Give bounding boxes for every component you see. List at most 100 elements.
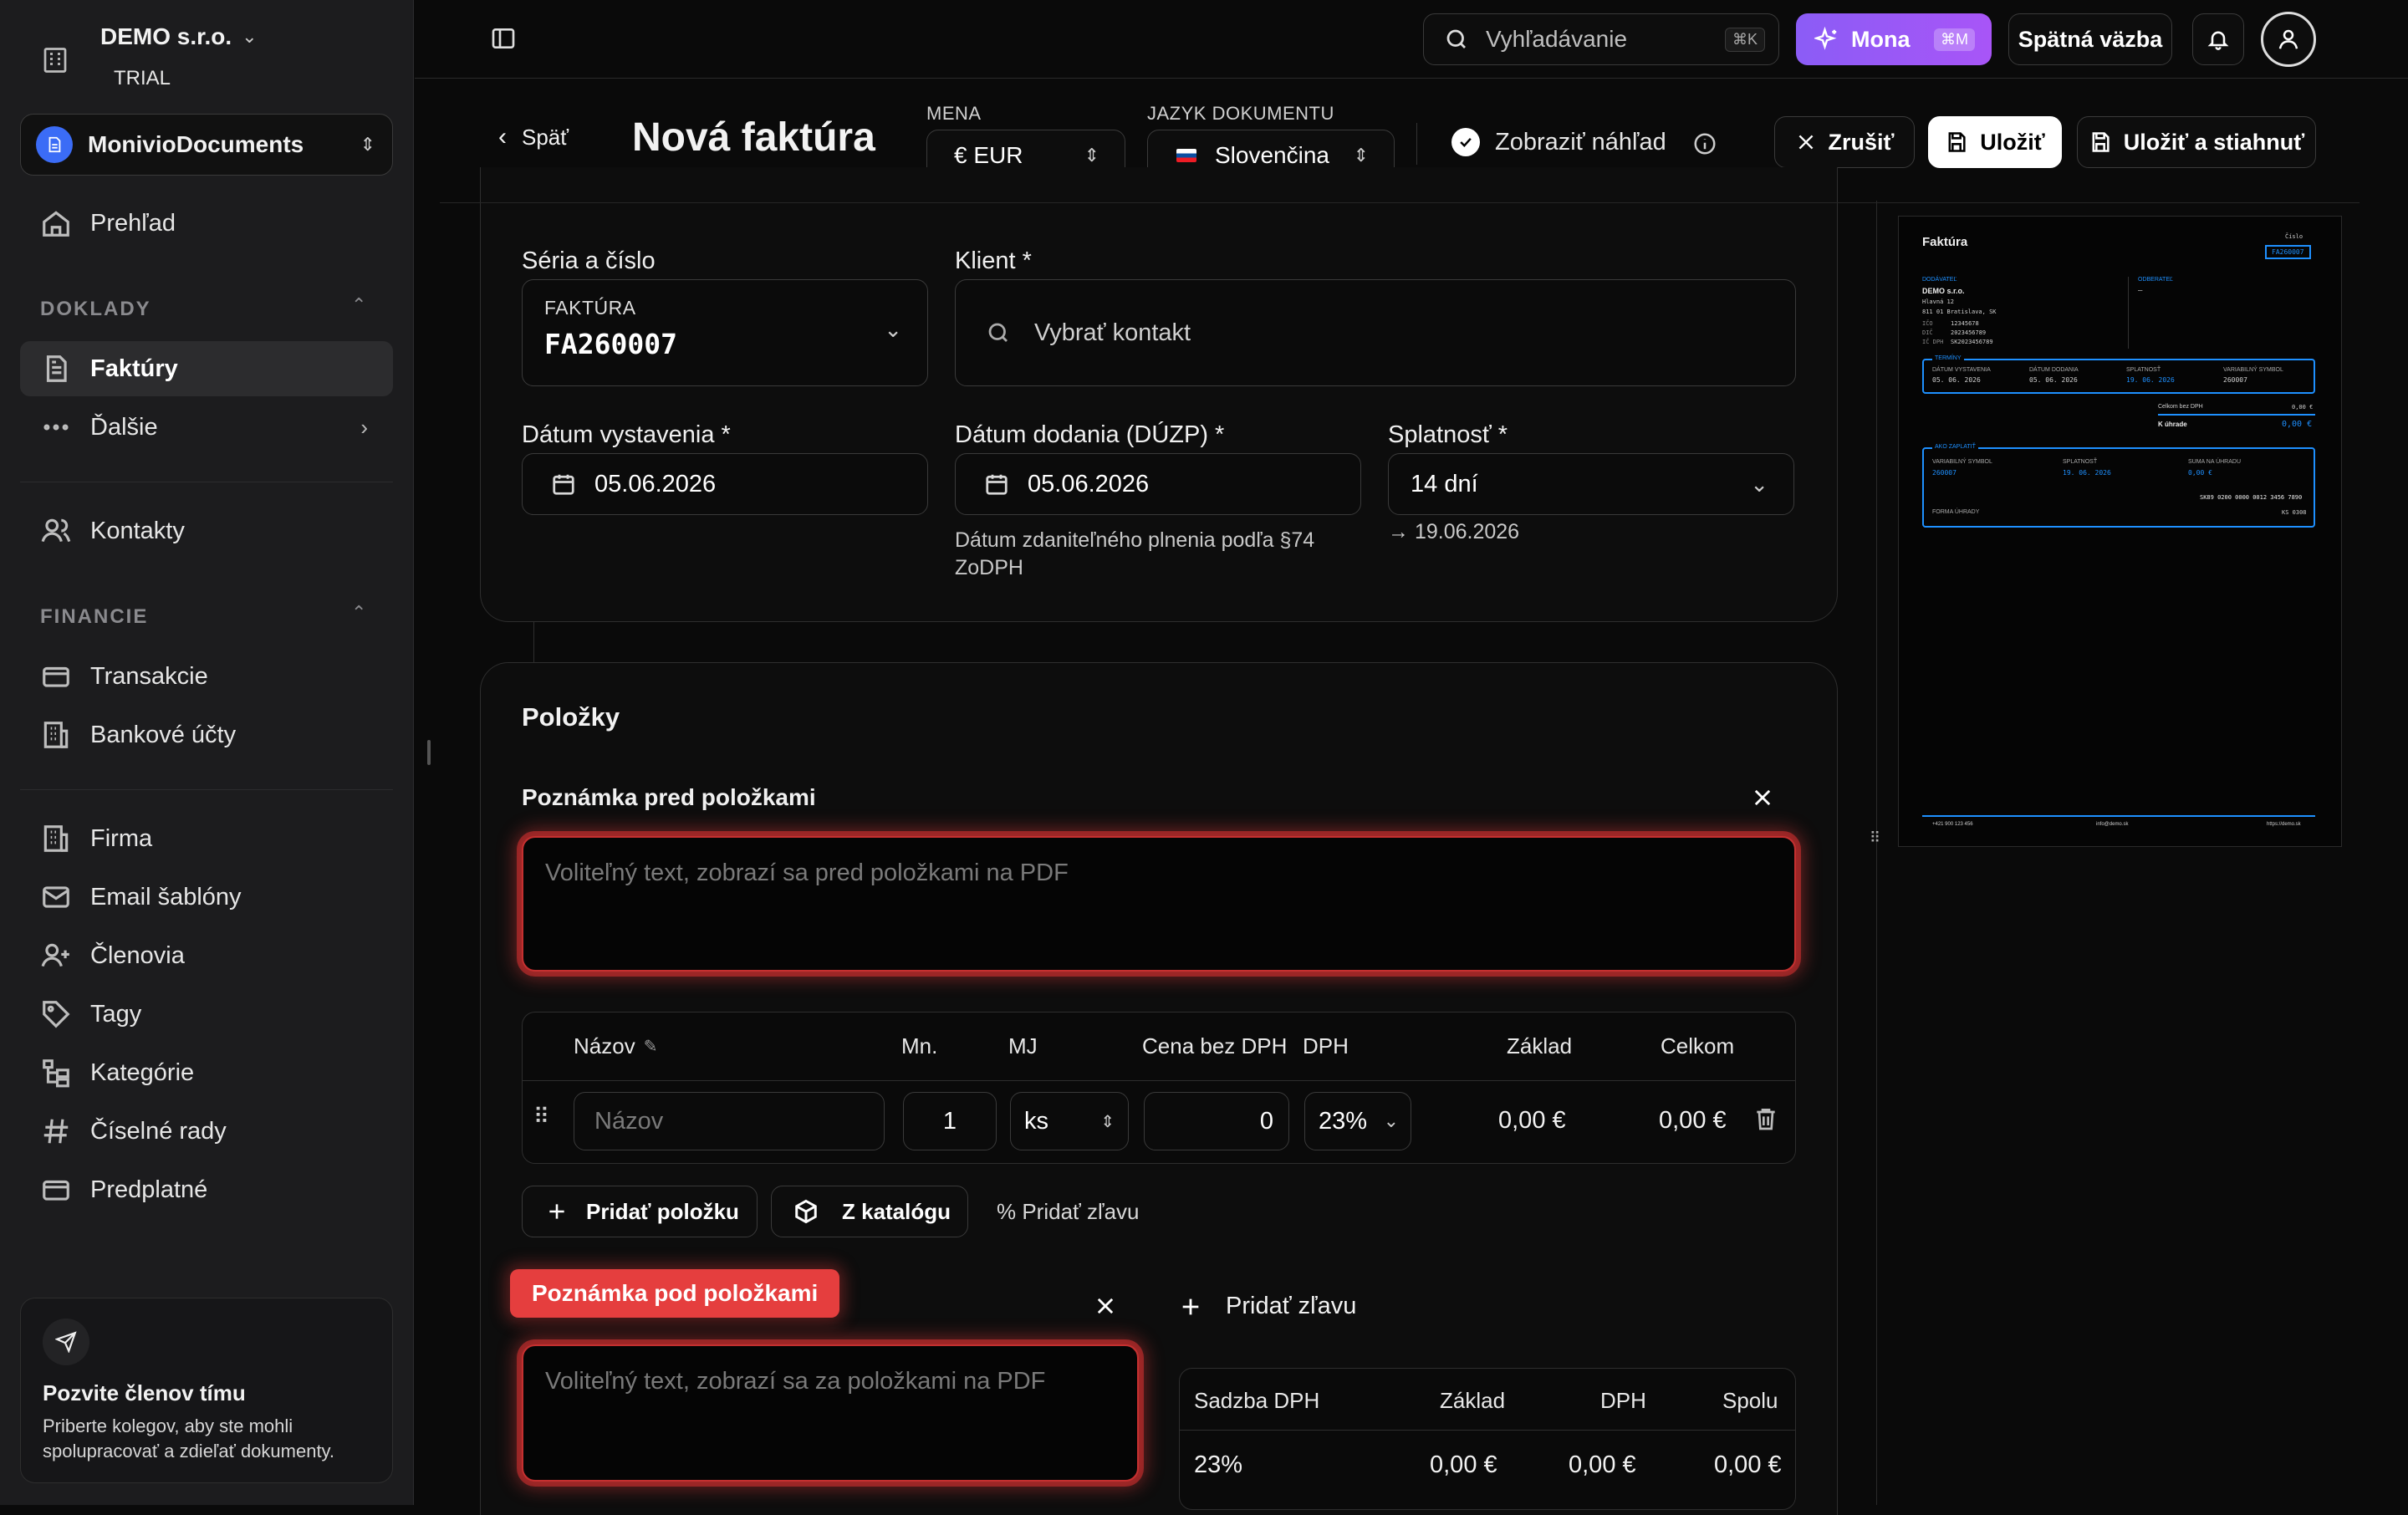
delivery-date-label: Dátum dodania (DÚZP) * (955, 421, 1225, 448)
delivery-help-line: Dátum zdaniteľného plnenia podľa §74 (955, 528, 1315, 552)
note-after-textarea[interactable]: Voliteľný text, zobrazí sa za položkami … (522, 1344, 1139, 1482)
avatar[interactable] (2261, 12, 2316, 67)
item-price-input[interactable]: 0 (1144, 1092, 1289, 1150)
sidebar-item-bank-accounts[interactable]: Bankové účty (20, 707, 393, 763)
search-input[interactable]: Vyhľadávanie ⌘K (1423, 13, 1779, 65)
preview-pay-value: 0,00 € (2188, 469, 2212, 477)
sidebar-item-overview[interactable]: Prehľad (20, 196, 393, 251)
item-total: 0,00 € (1659, 1107, 1727, 1134)
from-catalog-button[interactable]: Z katalógu (771, 1186, 968, 1237)
currency-label: MENA (926, 103, 982, 124)
add-discount-button[interactable]: Pridať zľavu (1179, 1293, 1356, 1320)
item-qty-input[interactable]: 1 (903, 1092, 997, 1150)
panel-resize-handle[interactable]: ⠿ (1870, 829, 1883, 851)
item-vat-select[interactable]: 23% ⌄ (1304, 1092, 1411, 1150)
document-icon (46, 355, 67, 382)
back-button[interactable]: ‹ Späť (498, 123, 569, 151)
note-before-textarea[interactable]: Voliteľný text, zobrazí sa pred položkam… (522, 836, 1796, 972)
preview-terms-value: 19. 06. 2026 (2126, 376, 2175, 384)
notifications-button[interactable] (2192, 13, 2244, 65)
org-plan: TRIAL (114, 67, 171, 89)
save-button[interactable]: Uložiť (1928, 116, 2062, 168)
item-name-input[interactable]: Názov (574, 1092, 885, 1150)
sidebar-item-label: Email šablóny (90, 883, 242, 911)
users-icon (41, 518, 71, 543)
sidebar-item-number-series[interactable]: Číselné rady (20, 1104, 393, 1159)
pencil-icon[interactable]: ✎ (644, 1036, 658, 1057)
sidebar-item-label: Faktúry (90, 355, 178, 382)
mona-shortcut: ⌘M (1934, 28, 1975, 51)
client-select[interactable]: Vybrať kontakt (955, 279, 1796, 386)
trash-icon[interactable] (1752, 1105, 1779, 1136)
collapse-icon[interactable]: ⌃ (351, 602, 366, 624)
sidebar-item-categories[interactable]: Kategórie (20, 1045, 393, 1100)
divider (2128, 277, 2129, 349)
info-icon[interactable] (1692, 131, 1717, 161)
sidebar-item-transactions[interactable]: Transakcie (20, 649, 393, 704)
close-icon[interactable] (1094, 1294, 1117, 1322)
vat-col-vat: DPH (1600, 1388, 1646, 1413)
home-icon (43, 211, 69, 237)
preview-terms-header: SPLATNOSŤ (2126, 367, 2161, 373)
org-icon (40, 45, 70, 75)
sidebar-resize-handle[interactable] (427, 740, 431, 765)
preview-pay-header: VARIABILNÝ SYMBOL (1932, 459, 1992, 465)
invite-text: Priberte kolegov, aby ste mohli spolupra… (43, 1416, 335, 1461)
check-circle-icon (1451, 128, 1480, 156)
cancel-button[interactable]: Zrušiť (1774, 116, 1915, 168)
collapse-icon[interactable]: ⌃ (351, 294, 366, 316)
sidebar-item-subscription[interactable]: Predplatné (20, 1162, 393, 1217)
preview-ico: 12345678 (1951, 320, 1979, 327)
due-select[interactable]: 14 dní ⌄ (1388, 453, 1794, 515)
delivery-date-input[interactable]: 05.06.2026 (955, 453, 1361, 515)
client-label: Klient * (955, 247, 1032, 274)
drag-handle-icon[interactable]: ⠿ (533, 1104, 549, 1130)
preview-terms-value: 260007 (2223, 376, 2247, 384)
feedback-button[interactable]: Spätná väzba (2008, 13, 2172, 65)
mail-icon (43, 886, 69, 908)
preview-footer-email: info@demo.sk (2096, 822, 2129, 827)
vat-base: 0,00 € (1430, 1451, 1497, 1478)
mona-button[interactable]: Mona ⌘M (1796, 13, 1992, 65)
preview-toggle[interactable]: Zobraziť náhľad (1451, 128, 1666, 156)
chevron-right-icon: › (360, 414, 368, 440)
updown-chevron-icon: ⇕ (1353, 145, 1369, 166)
note-after-label-badge: Poznámka pod položkami (510, 1269, 840, 1318)
issue-date-input[interactable]: 05.06.2026 (522, 453, 928, 515)
preview-pay-label: AKO ZAPLATIŤ (1932, 444, 1978, 450)
note-before-placeholder: Voliteľný text, zobrazí sa pred položkam… (545, 860, 1069, 886)
vat-total: 0,00 € (1714, 1451, 1782, 1478)
pdf-preview[interactable]: Faktúra Číslo FA260007 DODÁVATEĽ ODBERAT… (1898, 216, 2342, 847)
language-value: Slovenčina (1215, 142, 1329, 168)
chevron-down-icon: ⌄ (1383, 1110, 1399, 1131)
item-unit-select[interactable]: ks ⇕ (1010, 1092, 1129, 1150)
sidebar-item-invoices[interactable]: Faktúry (20, 341, 393, 396)
series-select[interactable]: FAKTÚRA FA260007 ⌄ (522, 279, 928, 386)
add-item-button[interactable]: Pridať položku (522, 1186, 758, 1237)
col-price: Cena bez DPH (1142, 1033, 1288, 1058)
vat-col-total: Spolu (1722, 1388, 1778, 1413)
sidebar-item-contacts[interactable]: Kontakty (20, 503, 393, 559)
workspace-name: MonivioDocuments (88, 131, 304, 157)
sidebar-item-more[interactable]: Ďalšie › (20, 400, 393, 455)
sidebar-item-tags[interactable]: Tagy (20, 987, 393, 1042)
sidebar-item-email-templates[interactable]: Email šablóny (20, 870, 393, 925)
updown-chevron-icon: ⇕ (360, 134, 375, 155)
toggle-sidebar-icon[interactable] (490, 25, 517, 56)
sidebar-item-members[interactable]: Členovia (20, 928, 393, 983)
preview-supplier-street: Hlavná 12 (1922, 298, 1954, 305)
sidebar: DEMO s.r.o. ⌄ TRIAL MonivioDocuments ⇕ P… (0, 0, 414, 1505)
save-label: Uložiť (1980, 129, 2045, 155)
items-section-title: Položky (522, 702, 620, 732)
building-icon (43, 722, 69, 748)
org-switcher[interactable]: DEMO s.r.o. ⌄ (100, 23, 258, 50)
preview-number: FA260007 (2265, 245, 2311, 259)
vat-amount: 0,00 € (1569, 1451, 1636, 1478)
save-and-download-button[interactable]: Uložiť a stiahnuť (2077, 116, 2316, 168)
invite-card[interactable]: Pozvite členov tímu Priberte kolegov, ab… (20, 1298, 393, 1483)
close-icon[interactable] (1751, 786, 1774, 814)
workspace-switcher[interactable]: MonivioDocuments ⇕ (20, 114, 393, 176)
add-discount-link[interactable]: % Pridať zľavu (997, 1199, 1140, 1225)
preview-supplier-name: DEMO s.r.o. (1922, 287, 1965, 295)
sidebar-item-company[interactable]: Firma (20, 811, 393, 866)
